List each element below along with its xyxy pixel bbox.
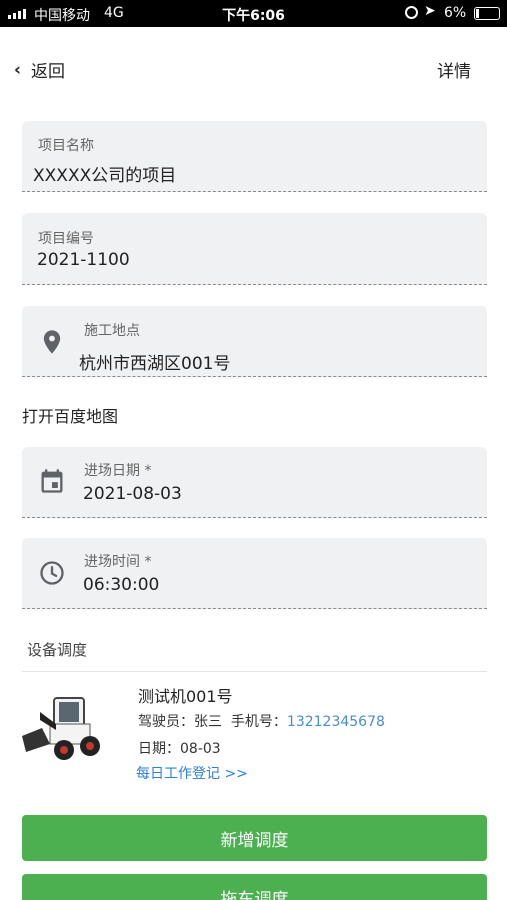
- driver-name: 张三: [194, 714, 222, 730]
- phone-label: 手机号：: [230, 714, 287, 730]
- equipment-section-title: 设备调度: [27, 641, 88, 659]
- chevron-left-icon: ‹: [14, 59, 22, 80]
- open-baidu-map-link[interactable]: 打开百度地图: [22, 403, 118, 427]
- status-bar: 中国移动 4G 下午6:06 ➤ 6%: [0, 0, 507, 27]
- daily-work-log-link[interactable]: 每日工作登记 >>: [136, 763, 248, 783]
- project-name-field[interactable]: 项目名称 XXXXX公司的项目: [22, 121, 487, 192]
- project-code-field[interactable]: 项目编号 2021-1100: [22, 213, 487, 285]
- nav-bar: ‹ 返回 详情: [0, 27, 507, 111]
- second-action-button[interactable]: 拖车调度: [22, 874, 487, 900]
- location-pin-icon: [43, 330, 61, 354]
- equipment-date-row: 日期：08-03: [138, 738, 221, 758]
- date-label: 日期：: [138, 741, 180, 757]
- entry-date-label: 进场日期 *: [84, 463, 152, 479]
- back-label: 返回: [31, 62, 66, 82]
- location-arrow-icon: ➤: [424, 3, 436, 19]
- project-name-label: 项目名称: [38, 138, 94, 154]
- location-label: 施工地点: [84, 323, 140, 339]
- project-name-value: XXXXX公司的项目: [33, 166, 177, 186]
- project-code-label: 项目编号: [38, 231, 94, 247]
- driver-phone[interactable]: 13212345678: [287, 714, 385, 730]
- entry-date-field[interactable]: 进场日期 * 2021-08-03: [22, 447, 487, 518]
- add-dispatch-button[interactable]: 新增调度: [22, 815, 487, 861]
- entry-time-field[interactable]: 进场时间 * 06:30:00: [22, 538, 487, 609]
- back-button[interactable]: ‹ 返回: [14, 57, 66, 83]
- project-code-value: 2021-1100: [37, 250, 130, 270]
- skid-steer-loader-image: [22, 697, 100, 760]
- battery-percent: 6%: [444, 5, 467, 21]
- equipment-name: 测试机001号: [138, 687, 233, 706]
- equipment-date: 08-03: [180, 741, 221, 757]
- battery-icon: [474, 7, 500, 20]
- clock-icon: [40, 561, 64, 585]
- location-value: 杭州市西湖区001号: [79, 354, 231, 374]
- orientation-lock-icon: [405, 6, 418, 19]
- section-divider: [22, 671, 487, 672]
- entry-time-label: 进场时间 *: [84, 554, 152, 570]
- calendar-icon: [41, 469, 63, 493]
- detail-button[interactable]: 详情: [437, 57, 471, 82]
- driver-label: 驾驶员：: [138, 714, 194, 730]
- location-field[interactable]: 施工地点 杭州市西湖区001号: [22, 306, 487, 377]
- entry-time-value: 06:30:00: [83, 575, 160, 595]
- equipment-driver-row: 驾驶员：张三 手机号：13212345678: [138, 711, 385, 731]
- equipment-item[interactable]: 测试机001号 驾驶员：张三 手机号：13212345678 日期：08-03 …: [16, 680, 486, 790]
- entry-date-value: 2021-08-03: [83, 484, 182, 504]
